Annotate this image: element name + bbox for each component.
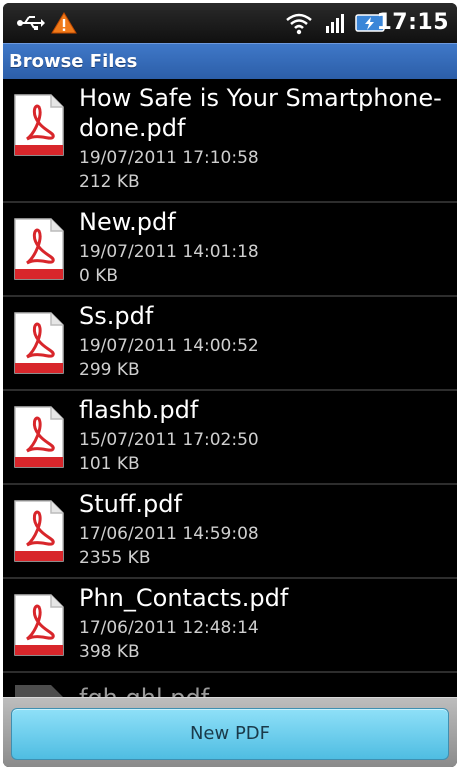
pdf-file-icon: [14, 500, 64, 562]
file-name: Phn_Contacts.pdf: [79, 584, 289, 612]
new-pdf-button[interactable]: New PDF: [11, 708, 449, 760]
file-list[interactable]: How Safe is Your Smartphone-done.pdf 19/…: [3, 79, 457, 697]
bottom-bar: New PDF: [3, 697, 457, 767]
page-title: Browse Files: [9, 51, 138, 72]
file-name: New.pdf: [79, 208, 176, 236]
pdf-file-icon: [14, 406, 64, 468]
file-row[interactable]: Stuff.pdf 17/06/2011 14:59:08 2355 KB: [3, 485, 457, 579]
usb-icon: [17, 16, 45, 30]
file-size: 212 KB: [79, 172, 140, 192]
file-date: 17/06/2011 12:48:14: [79, 618, 259, 638]
file-date: 15/07/2011 17:02:50: [79, 430, 259, 450]
file-date: 19/07/2011 17:10:58: [79, 148, 259, 168]
file-name: How Safe is Your Smartphone-done.pdf: [79, 84, 442, 142]
file-date: 17/06/2011 14:59:08: [79, 524, 259, 544]
signal-icon: [326, 14, 344, 33]
file-row[interactable]: New.pdf 19/07/2011 14:01:18 0 KB: [3, 203, 457, 297]
file-date: 19/07/2011 14:01:18: [79, 242, 259, 262]
wifi-icon: [286, 13, 312, 35]
file-size: 0 KB: [79, 266, 119, 286]
file-name: fgh ghl.pdf: [79, 683, 451, 697]
file-size: 299 KB: [79, 360, 140, 380]
file-row[interactable]: fgh ghl.pdf: [3, 673, 457, 697]
file-size: 398 KB: [79, 642, 140, 662]
pdf-file-icon: [14, 218, 64, 280]
pdf-file-icon: [14, 312, 64, 374]
file-name: flashb.pdf: [79, 396, 199, 424]
pdf-file-icon: [14, 594, 64, 656]
warning-icon: [51, 12, 77, 34]
file-size: 101 KB: [79, 454, 140, 474]
file-row[interactable]: flashb.pdf 15/07/2011 17:02:50 101 KB: [3, 391, 457, 485]
pdf-file-icon: [14, 94, 64, 156]
device-screen: 17:15 Browse Files How Safe is Your Smar…: [3, 3, 457, 767]
file-row[interactable]: How Safe is Your Smartphone-done.pdf 19/…: [3, 79, 457, 203]
status-time: 17:15: [376, 10, 449, 35]
file-name: Ss.pdf: [79, 302, 154, 330]
file-row[interactable]: Phn_Contacts.pdf 17/06/2011 12:48:14 398…: [3, 579, 457, 673]
pdf-file-icon: [15, 685, 63, 697]
file-row[interactable]: Ss.pdf 19/07/2011 14:00:52 299 KB: [3, 297, 457, 391]
file-name: Stuff.pdf: [79, 490, 182, 518]
file-date: 19/07/2011 14:00:52: [79, 336, 259, 356]
file-size: 2355 KB: [79, 548, 151, 568]
status-bar: 17:15: [3, 3, 457, 43]
title-bar: Browse Files: [3, 43, 457, 79]
